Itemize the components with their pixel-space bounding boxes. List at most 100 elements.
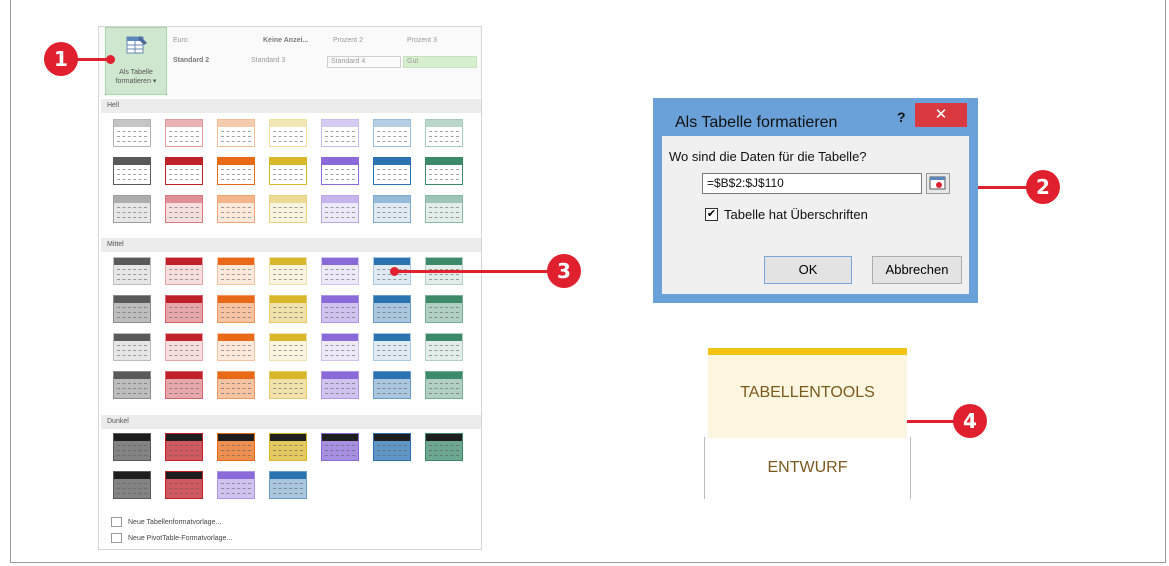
table-style-swatch[interactable]	[165, 195, 203, 223]
table-style-swatch[interactable]	[373, 433, 411, 461]
table-style-swatch[interactable]	[321, 295, 359, 323]
pivot-style-icon	[111, 533, 122, 543]
table-style-swatch[interactable]	[217, 157, 255, 185]
table-style-swatch[interactable]	[113, 257, 151, 285]
marker-3: 3	[547, 254, 581, 288]
table-style-swatch[interactable]	[321, 371, 359, 399]
table-style-swatch[interactable]	[113, 371, 151, 399]
table-style-swatch[interactable]	[217, 119, 255, 147]
marker-1: 1	[44, 42, 78, 76]
range-select-button[interactable]	[926, 173, 950, 194]
table-style-swatch[interactable]	[165, 333, 203, 361]
table-style-swatch[interactable]	[269, 119, 307, 147]
table-style-swatch[interactable]	[373, 119, 411, 147]
table-style-swatch[interactable]	[269, 195, 307, 223]
table-style-swatch[interactable]	[269, 257, 307, 285]
table-style-swatch[interactable]	[217, 333, 255, 361]
section-header-light: Hell	[101, 99, 481, 113]
table-format-icon	[126, 36, 147, 54]
table-style-swatch[interactable]	[217, 433, 255, 461]
table-style-swatch[interactable]	[217, 195, 255, 223]
table-style-swatch[interactable]	[373, 295, 411, 323]
close-button[interactable]: ✕	[915, 103, 967, 127]
format-as-table-label: Als Tabelle formatieren ▾	[115, 69, 157, 85]
cell-style[interactable]: Standard 2	[173, 57, 209, 64]
table-style-swatch[interactable]	[425, 119, 463, 147]
table-style-icon	[111, 517, 122, 527]
table-style-swatch[interactable]	[321, 119, 359, 147]
marker-2: 2	[1026, 170, 1060, 204]
table-style-swatch[interactable]	[217, 371, 255, 399]
table-style-swatch[interactable]	[425, 371, 463, 399]
marker-3-leader	[395, 270, 555, 273]
section-header-medium: Mittel	[101, 238, 481, 252]
table-style-swatch[interactable]	[217, 295, 255, 323]
help-button[interactable]: ?	[897, 109, 906, 125]
design-tab[interactable]: ENTWURF	[704, 437, 911, 499]
table-style-swatch[interactable]	[269, 371, 307, 399]
table-style-swatch[interactable]	[165, 119, 203, 147]
table-style-swatch[interactable]	[113, 157, 151, 185]
table-style-swatch[interactable]	[321, 333, 359, 361]
table-style-swatch[interactable]	[425, 295, 463, 323]
close-icon: ✕	[934, 106, 948, 123]
table-style-swatch[interactable]	[425, 157, 463, 185]
ok-button[interactable]: OK	[764, 256, 852, 284]
table-style-swatch[interactable]	[425, 433, 463, 461]
table-style-swatch[interactable]	[113, 295, 151, 323]
table-style-swatch[interactable]	[269, 295, 307, 323]
table-style-swatch[interactable]	[269, 333, 307, 361]
cell-style[interactable]: Standard 4	[327, 56, 401, 68]
table-style-swatch[interactable]	[113, 195, 151, 223]
table-style-swatch[interactable]	[165, 157, 203, 185]
dialog-title: Als Tabelle formatieren	[675, 114, 838, 131]
table-style-swatch[interactable]	[425, 333, 463, 361]
table-tools-bar	[708, 348, 907, 355]
has-headers-label: Tabelle hat Überschriften	[724, 207, 868, 222]
cell-style[interactable]: Gut	[403, 56, 477, 68]
table-style-swatch[interactable]	[165, 295, 203, 323]
table-style-swatch[interactable]	[113, 471, 151, 499]
table-style-swatch[interactable]	[113, 433, 151, 461]
section-header-dark: Dunkel	[101, 415, 481, 429]
table-style-swatch[interactable]	[269, 433, 307, 461]
table-style-swatch[interactable]	[165, 371, 203, 399]
cell-style[interactable]: Prozent 2	[333, 37, 363, 44]
table-style-swatch[interactable]	[321, 157, 359, 185]
cancel-button[interactable]: Abbrechen	[872, 256, 962, 284]
table-style-swatch[interactable]	[373, 157, 411, 185]
cell-style[interactable]: Euro	[173, 37, 188, 44]
range-question-label: Wo sind die Daten für die Tabelle?	[669, 149, 867, 164]
checkmark-icon: ✔	[706, 208, 717, 220]
design-tab-label: ENTWURF	[767, 459, 848, 476]
table-style-swatch[interactable]	[373, 333, 411, 361]
cell-style[interactable]: Prozent 3	[407, 37, 437, 44]
table-style-gallery: Hell Mittel Dunkel Neue Tabellenformatvo…	[99, 97, 481, 549]
table-tools-label: TABELLENTOOLS	[740, 384, 875, 401]
table-tools-group: TABELLENTOOLS	[708, 348, 907, 438]
has-headers-checkbox[interactable]: ✔	[705, 208, 718, 221]
cell-style[interactable]: Standard 3	[251, 57, 285, 64]
table-style-swatch[interactable]	[217, 471, 255, 499]
dialog-body: Wo sind die Daten für die Tabelle? =$B$2…	[662, 136, 969, 294]
cell-style[interactable]: Keine Anzei...	[263, 37, 308, 44]
marker-3-dot	[390, 267, 399, 276]
new-table-style-item[interactable]: Neue Tabellenformatvorlage...	[111, 517, 221, 527]
new-pivottable-style-item[interactable]: Neue PivotTable-Formatvorlage...	[111, 533, 232, 543]
table-style-swatch[interactable]	[165, 257, 203, 285]
table-style-swatch[interactable]	[165, 471, 203, 499]
table-style-swatch[interactable]	[321, 257, 359, 285]
range-input[interactable]: =$B$2:$J$110	[702, 173, 922, 194]
table-style-swatch[interactable]	[373, 195, 411, 223]
table-style-swatch[interactable]	[425, 195, 463, 223]
table-style-swatch[interactable]	[321, 195, 359, 223]
table-style-swatch[interactable]	[217, 257, 255, 285]
table-style-swatch[interactable]	[113, 333, 151, 361]
table-style-swatch[interactable]	[269, 471, 307, 499]
table-style-swatch[interactable]	[269, 157, 307, 185]
table-style-swatch[interactable]	[165, 433, 203, 461]
table-style-swatch[interactable]	[373, 371, 411, 399]
table-style-swatch[interactable]	[113, 119, 151, 147]
table-style-swatch[interactable]	[321, 433, 359, 461]
ribbon-styles: Als Tabelle formatieren ▾ Euro Keine Anz…	[99, 27, 481, 97]
